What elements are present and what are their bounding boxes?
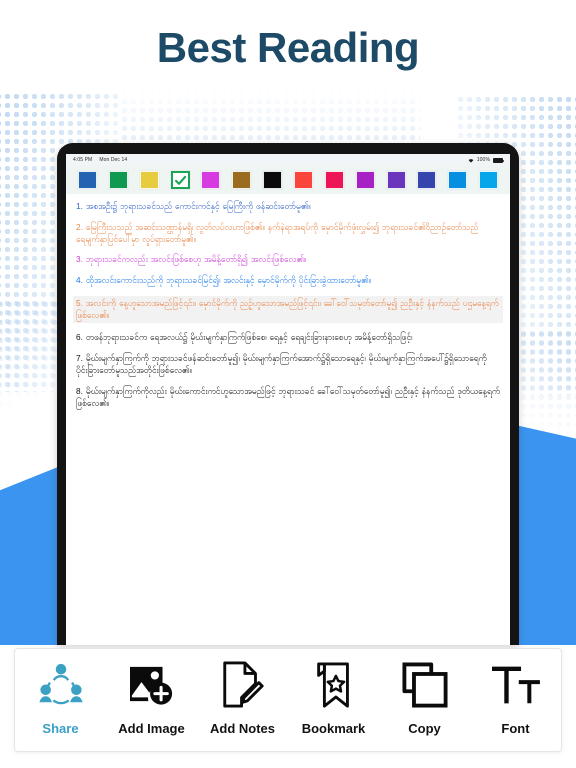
color-swatch-pink-red[interactable] — [324, 171, 344, 189]
verse-paragraph[interactable]: 2. မြေကြီးသသည် အဆင်းသဏ္ဌာန်မရှိ၊ လွတ်လပ်… — [76, 222, 500, 246]
verse-paragraph[interactable]: 7. မိုဃ်းမျက်နှာကြက်ကို ဘုရားသခင်ဖန်ဆင်း… — [76, 353, 500, 377]
toolbar-item-label: Bookmark — [301, 721, 366, 736]
toolbar-item-share[interactable]: Share — [15, 660, 106, 736]
battery-icon — [493, 157, 504, 163]
promo-screen: Best Reading 4:05 PM Mon Dec 14 100% 1. … — [0, 0, 576, 768]
font-size-icon — [491, 660, 540, 710]
wifi-icon — [468, 158, 474, 163]
color-swatch-red[interactable] — [293, 171, 313, 189]
color-swatch-yellow[interactable] — [139, 171, 159, 189]
note-pencil-icon — [221, 660, 265, 710]
battery-percent-label: 100% — [476, 157, 490, 163]
share-people-icon — [38, 660, 84, 710]
color-swatch-sky-blue[interactable] — [479, 171, 499, 189]
tablet-screen: 4:05 PM Mon Dec 14 100% 1. အစအဦး၌ ဘုရားသ… — [66, 154, 510, 645]
action-toolbar: Share Add Image Add Notes Bookmark Copy … — [14, 648, 562, 752]
color-swatch-blue[interactable] — [77, 171, 97, 189]
status-time: 4:05 PM — [73, 157, 93, 163]
verse-paragraph[interactable]: 8. မိုဃ်းမျက်နှာကြက်ကိုလည်း မိုဃ်းကောင်း… — [76, 386, 500, 410]
toolbar-item-label: Copy — [408, 721, 441, 736]
color-swatch-purple[interactable] — [355, 171, 375, 189]
verse-paragraph[interactable]: 3. ဘုရားသခင်ကလည်း အလင်းဖြစ်စေဟု အမိန့်တေ… — [76, 254, 500, 266]
bookmark-star-icon — [313, 660, 355, 710]
color-swatch-violet[interactable] — [386, 171, 406, 189]
toolbar-item-add-image[interactable]: Add Image — [106, 660, 197, 736]
color-swatch-brown[interactable] — [232, 171, 252, 189]
color-swatch-magenta[interactable] — [201, 171, 221, 189]
color-swatch-green[interactable] — [108, 171, 128, 189]
verse-paragraph[interactable]: 4. ထိုအလင်းကောင်းသည်ကို ဘုရားသခင်မြင်၍၊ … — [76, 275, 500, 287]
color-swatch-black[interactable] — [263, 171, 283, 189]
toolbar-item-label: Add Notes — [210, 721, 275, 736]
status-bar: 4:05 PM Mon Dec 14 100% — [66, 154, 510, 166]
color-swatch-azure[interactable] — [448, 171, 468, 189]
verse-paragraph[interactable]: 6. တဖန်ဘုရားသခင်က ရေအလယ်၌ မိုဃ်းမျက်နှာက… — [76, 332, 500, 344]
color-palette-strip[interactable] — [66, 166, 510, 194]
status-date: Mon Dec 14 — [99, 157, 128, 163]
toolbar-item-font[interactable]: Font — [470, 660, 561, 736]
toolbar-item-label: Font — [501, 721, 530, 736]
toolbar-item-add-notes[interactable]: Add Notes — [197, 660, 288, 736]
toolbar-item-copy[interactable]: Copy — [379, 660, 470, 736]
add-image-icon — [128, 660, 176, 710]
color-swatch-indigo[interactable] — [417, 171, 437, 189]
reading-pane[interactable]: 1. အစအဦး၌ ဘုရားသခင်သည် ကောင်းကင်နှင့် မြ… — [66, 194, 510, 645]
toolbar-item-label: Add Image — [118, 721, 185, 736]
tablet-device-frame: 4:05 PM Mon Dec 14 100% 1. အစအဦး၌ ဘုရားသ… — [57, 143, 519, 645]
color-swatch-white-check[interactable] — [170, 171, 190, 189]
page-title: Best Reading — [156, 24, 420, 71]
verse-paragraph[interactable]: 5. အလင်းကို နေ့ဟူသောအမည်ဖြင့်၎င်း၊ မှောင… — [73, 295, 503, 324]
halftone-dots-top-center — [120, 88, 420, 148]
copy-icon — [401, 660, 448, 710]
toolbar-item-bookmark[interactable]: Bookmark — [288, 660, 379, 736]
toolbar-item-label: Share — [42, 721, 79, 736]
verse-paragraph[interactable]: 1. အစအဦး၌ ဘုရားသခင်သည် ကောင်းကင်နှင့် မြ… — [76, 201, 500, 213]
